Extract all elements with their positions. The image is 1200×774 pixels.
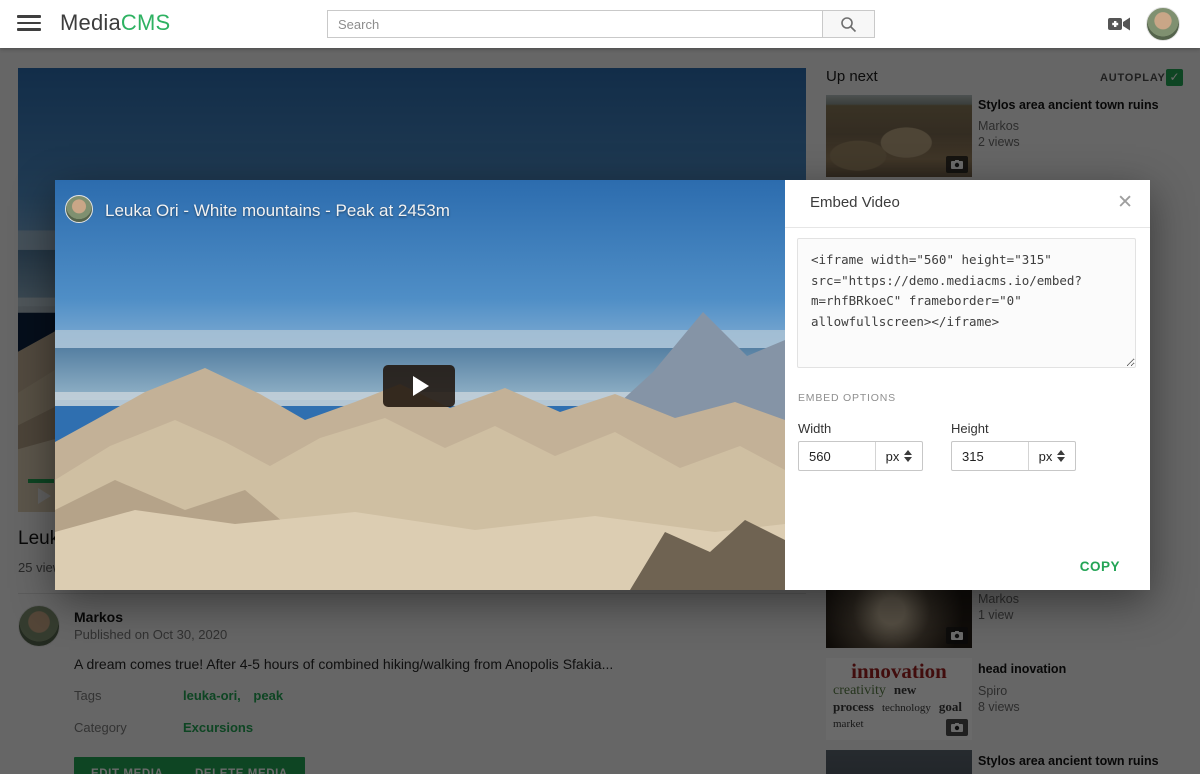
stepper-arrows-icon	[1057, 450, 1065, 462]
preview-video-title: Leuka Ori - White mountains - Peak at 24…	[105, 201, 450, 221]
embed-options-panel: Embed Video ✕ <iframe width="560" height…	[785, 180, 1150, 590]
embed-code-textarea[interactable]: <iframe width="560" height="315" src="ht…	[797, 238, 1136, 368]
stepper-arrows-icon	[904, 450, 912, 462]
height-unit-select[interactable]: px	[1028, 442, 1075, 470]
upload-media-icon[interactable]	[1106, 13, 1132, 35]
width-label: Width	[798, 421, 831, 436]
divider	[785, 227, 1150, 228]
height-field-group: px	[951, 441, 1076, 471]
menu-icon[interactable]	[17, 15, 41, 33]
preview-uploader-avatar	[65, 195, 93, 223]
search-bar	[327, 10, 875, 38]
close-icon[interactable]: ✕	[1117, 191, 1133, 214]
preview-play-button[interactable]	[383, 365, 455, 407]
search-button[interactable]	[822, 10, 875, 38]
logo-text-media: Media	[60, 10, 121, 35]
modal-title: Embed Video	[810, 194, 900, 211]
app-logo[interactable]: MediaCMS	[60, 10, 170, 36]
search-input[interactable]	[327, 10, 822, 38]
search-icon	[840, 16, 857, 33]
height-input[interactable]	[952, 442, 1028, 470]
embed-preview-player[interactable]: Leuka Ori - White mountains - Peak at 24…	[55, 180, 785, 590]
user-avatar[interactable]	[1146, 7, 1180, 41]
width-unit-select[interactable]: px	[875, 442, 922, 470]
embed-options-label: EMBED OPTIONS	[798, 392, 896, 404]
play-icon	[413, 376, 429, 396]
width-input[interactable]	[799, 442, 875, 470]
height-unit-value: px	[1039, 449, 1053, 464]
height-label: Height	[951, 421, 989, 436]
width-unit-value: px	[886, 449, 900, 464]
embed-video-modal: Leuka Ori - White mountains - Peak at 24…	[55, 180, 1150, 590]
width-field-group: px	[798, 441, 923, 471]
app-header: MediaCMS	[0, 0, 1200, 48]
logo-text-cms: CMS	[121, 10, 171, 35]
copy-button[interactable]: COPY	[1080, 559, 1120, 574]
